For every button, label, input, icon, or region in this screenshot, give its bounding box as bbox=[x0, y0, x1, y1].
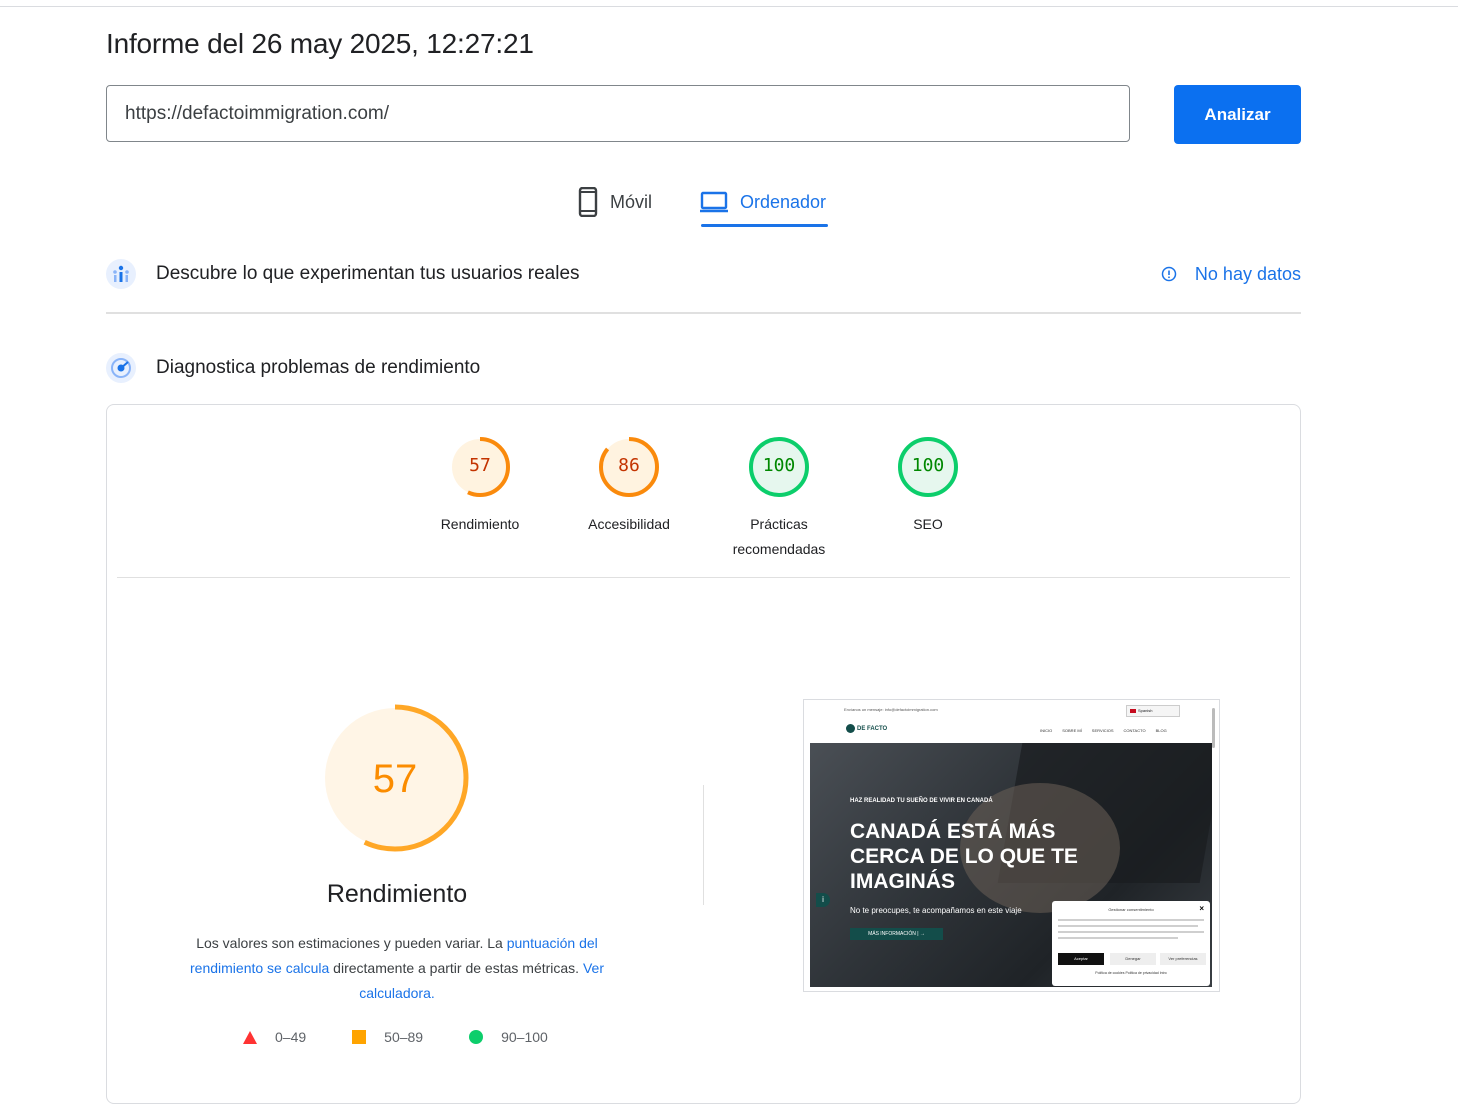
no-data-label: No hay datos bbox=[1194, 263, 1301, 284]
tab-mobile[interactable]: Móvil bbox=[578, 182, 652, 222]
lab-data-title: Diagnostica problemas de rendimiento bbox=[156, 357, 481, 378]
no-data-link[interactable]: No hay datos bbox=[1161, 264, 1301, 285]
cookie-consent-box: Gestionar consentimiento × Aceptar Deneg… bbox=[1052, 901, 1210, 986]
field-data-title: Descubre lo que experimentan tus usuario… bbox=[156, 263, 580, 284]
tab-desktop[interactable]: Ordenador bbox=[700, 182, 826, 222]
performance-title: Rendimiento bbox=[326, 880, 468, 908]
top-border bbox=[0, 6, 1458, 7]
score-label: Accesibilidad bbox=[588, 516, 670, 532]
language-label: Spanish bbox=[1138, 708, 1153, 713]
consent-text-line bbox=[1058, 931, 1204, 933]
url-input[interactable] bbox=[106, 85, 1130, 142]
note-text-2: directamente a partir de estas métricas. bbox=[329, 960, 583, 976]
card-divider bbox=[117, 577, 1290, 578]
square-icon bbox=[352, 1030, 367, 1044]
info-badge-icon: i bbox=[816, 893, 830, 907]
people-chart-icon bbox=[106, 259, 136, 289]
score-gauge-seo[interactable]: 100 SEO bbox=[853, 435, 1003, 537]
legend-item-fail: 0–49 bbox=[243, 1029, 306, 1045]
consent-accept: Aceptar bbox=[1058, 953, 1104, 965]
lighthouse-report-card: 57 Rendimiento 86 Accesibilidad 100 Prác… bbox=[106, 404, 1301, 1104]
consent-links: Política de cookies Política de privacid… bbox=[1095, 971, 1167, 975]
consent-text-line bbox=[1058, 919, 1204, 921]
hero-cta: MÁS INFORMACIÓN | → bbox=[850, 928, 943, 940]
screenshot-language: Spanish bbox=[1126, 705, 1180, 717]
score-gauge-accessibility[interactable]: 86 Accesibilidad bbox=[554, 435, 704, 537]
triangle-icon bbox=[243, 1030, 257, 1044]
score-value: 100 bbox=[911, 455, 945, 476]
consent-prefs: Ver preferencias bbox=[1160, 953, 1206, 965]
gauge-icon bbox=[106, 353, 136, 383]
smartphone-icon bbox=[578, 187, 598, 217]
performance-score-value: 57 bbox=[373, 757, 418, 801]
score-legend: 0–49 50–89 90–100 bbox=[243, 1029, 594, 1045]
legend-range: 90–100 bbox=[501, 1029, 548, 1045]
legend-item-average: 50–89 bbox=[352, 1029, 423, 1045]
hero-headline: CANADÁ ESTÁ MÁS CERCA DE LO QUE TE IMAGI… bbox=[850, 820, 1078, 893]
tab-mobile-label: Móvil bbox=[610, 191, 653, 212]
note-text-1: Los valores son estimaciones y pueden va… bbox=[196, 935, 507, 951]
section-divider bbox=[106, 312, 1301, 314]
score-gauge-performance[interactable]: 57 Rendimiento bbox=[405, 435, 555, 537]
score-note: Los valores son estimaciones y pueden va… bbox=[167, 931, 627, 1006]
nav-item: BLOG bbox=[1155, 728, 1167, 733]
active-tab-indicator bbox=[701, 224, 828, 227]
circle-icon bbox=[469, 1030, 484, 1044]
report-title: Informe del 26 may 2025, 12:27:21 bbox=[106, 28, 534, 59]
score-label: Prácticas recomendadas bbox=[732, 516, 826, 557]
score-label: Rendimiento bbox=[440, 516, 520, 532]
field-data-section[interactable]: Descubre lo que experimentan tus usuario… bbox=[106, 259, 1301, 289]
tab-desktop-label: Ordenador bbox=[740, 191, 827, 212]
consent-text-line bbox=[1058, 937, 1178, 939]
flag-icon bbox=[1130, 708, 1136, 713]
page-screenshot[interactable]: Envíanos un mensaje: info@defactoimmigra… bbox=[803, 699, 1220, 992]
performance-big-gauge: 57 bbox=[321, 704, 469, 852]
screenshot-scrollbar bbox=[1212, 708, 1215, 748]
screenshot-logo: DE FACTO bbox=[846, 724, 887, 733]
info-icon bbox=[1161, 266, 1177, 282]
nav-item: SERVICIOS bbox=[1091, 728, 1114, 733]
hero-eyebrow: HAZ REALIDAD TU SUEÑO DE VIVIR EN CANADÁ bbox=[850, 798, 993, 804]
screenshot-header: Envíanos un mensaje: info@defactoimmigra… bbox=[804, 700, 1219, 748]
logo-icon bbox=[846, 724, 855, 733]
screenshot-topbar-text: Envíanos un mensaje: info@defactoimmigra… bbox=[844, 707, 938, 712]
vertical-separator bbox=[703, 785, 704, 905]
nav-item: SOBRE MÍ bbox=[1062, 728, 1082, 733]
close-icon: × bbox=[1199, 904, 1204, 913]
nav-item: CONTACTO bbox=[1123, 728, 1146, 733]
screenshot-hero: HAZ REALIDAD TU SUEÑO DE VIVIR EN CANADÁ… bbox=[810, 743, 1212, 987]
logo-text: DE FACTO bbox=[857, 726, 888, 733]
legend-item-pass: 90–100 bbox=[469, 1029, 548, 1045]
score-gauge-best-practices[interactable]: 100 Prácticas recomendadas bbox=[704, 435, 854, 562]
legend-range: 50–89 bbox=[384, 1029, 424, 1045]
nav-item: INICIO bbox=[1040, 728, 1053, 733]
score-value: 57 bbox=[469, 455, 491, 476]
lab-data-section[interactable]: Diagnostica problemas de rendimiento bbox=[106, 353, 1301, 383]
score-value: 100 bbox=[762, 455, 796, 476]
analyze-button[interactable]: Analizar bbox=[1174, 85, 1301, 144]
score-value: 86 bbox=[618, 455, 640, 476]
score-label: SEO bbox=[913, 516, 943, 532]
consent-deny: Denegar bbox=[1110, 953, 1156, 965]
consent-title: Gestionar consentimiento bbox=[1108, 907, 1154, 912]
hero-subtitle: No te preocupes, te acompañamos en este … bbox=[850, 906, 1022, 915]
laptop-icon bbox=[700, 191, 728, 213]
consent-text-line bbox=[1058, 925, 1198, 927]
screenshot-nav: INICIO SOBRE MÍ SERVICIOS CONTACTO BLOG bbox=[1040, 728, 1167, 733]
legend-range: 0–49 bbox=[275, 1029, 307, 1045]
